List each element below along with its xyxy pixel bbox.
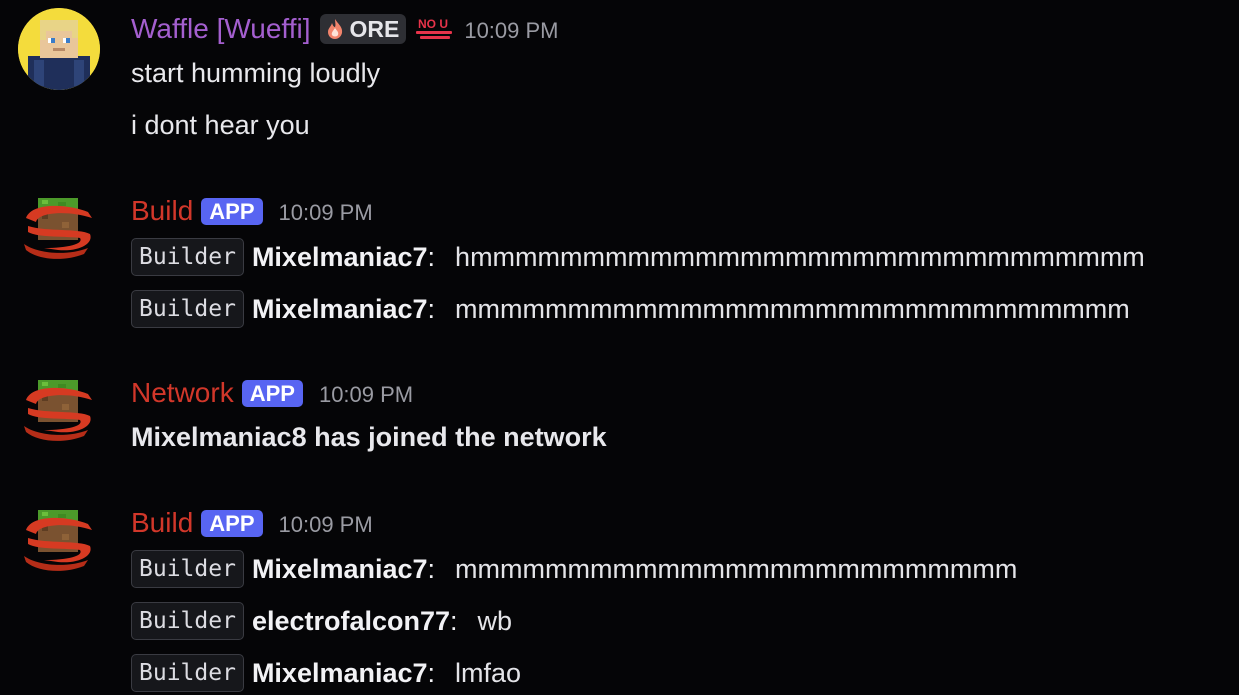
builder-rank-tag: Builder — [131, 654, 244, 692]
timestamp: 10:09 PM — [464, 18, 559, 43]
builder-rank-tag: Builder — [131, 550, 244, 588]
builder-rank-tag: Builder — [131, 290, 244, 328]
chat-text: hmmmmmmmmmmmmmmmmmmmmmmmmmmmmmm — [455, 242, 1145, 272]
message-header: Build APP 10:09 PM — [131, 194, 373, 228]
app-badge: APP — [201, 197, 263, 225]
avatar[interactable] — [18, 504, 100, 586]
message-header: Waffle [Wueffi] ORE NO U 10:09 PM — [131, 12, 559, 46]
player-name: electrofalcon77 — [251, 606, 451, 636]
role-tag[interactable]: ORE — [320, 14, 407, 44]
app-badge: APP — [241, 379, 303, 407]
chat-relay-line: Builder Mixelmaniac7 : mmmmmmmmmmmmmmmmm… — [131, 550, 1017, 588]
app-badge: APP — [201, 509, 263, 537]
timestamp: 10:09 PM — [318, 382, 414, 407]
chat-relay-line: Builder Mixelmaniac7 : mmmmmmmmmmmmmmmmm… — [131, 290, 1130, 328]
server-grass-block-icon — [24, 380, 92, 441]
nou-emoji-icon: NO U — [416, 17, 453, 39]
message-text: i dont hear you — [131, 110, 310, 140]
timestamp: 10:09 PM — [278, 200, 373, 225]
server-grass-block-icon — [24, 510, 92, 571]
chat-text: wb — [477, 606, 513, 636]
avatar[interactable] — [18, 374, 100, 456]
chat-text: mmmmmmmmmmmmmmmmmmmmmmmmm — [455, 554, 1018, 584]
separator: : — [450, 606, 458, 636]
avatar[interactable] — [18, 192, 100, 274]
player-name: Mixelmaniac7 — [251, 242, 428, 272]
builder-rank-tag: Builder — [131, 602, 244, 640]
flame-icon — [328, 19, 343, 39]
message-header: Network APP 10:09 PM — [131, 376, 413, 410]
player-name: Mixelmaniac7 — [251, 554, 428, 584]
player-name: Mixelmaniac7 — [251, 294, 428, 324]
author-name[interactable]: Waffle [Wueffi] — [131, 12, 310, 46]
separator: : — [427, 658, 436, 688]
message-text: start humming loudly — [131, 58, 381, 88]
avatar[interactable] — [18, 8, 100, 90]
chat-relay-line: Builder Mixelmaniac7 : lmfao — [131, 654, 521, 692]
chat-text: lmfao — [455, 658, 522, 688]
builder-rank-tag: Builder — [131, 238, 244, 276]
role-tag-label: ORE — [349, 15, 400, 42]
join-notice-text: Mixelmaniac8 has joined the network — [131, 422, 607, 452]
message-header: Build APP 10:09 PM — [131, 506, 373, 540]
author-name[interactable]: Build — [131, 506, 193, 540]
timestamp: 10:09 PM — [278, 512, 373, 537]
chat-relay-line: Builder electrofalcon77 : wb — [131, 602, 512, 640]
separator: : — [427, 242, 436, 272]
chat-relay-line: Builder Mixelmaniac7 : hmmmmmmmmmmmmmmmm… — [131, 238, 1145, 276]
author-name[interactable]: Network — [131, 376, 234, 410]
separator: : — [427, 554, 436, 584]
server-grass-block-icon — [24, 198, 92, 259]
chat-log: Waffle [Wueffi] ORE NO U 10:09 PM start … — [0, 0, 1239, 695]
player-name: Mixelmaniac7 — [251, 658, 428, 688]
separator: : — [427, 294, 436, 324]
author-name[interactable]: Build — [131, 194, 193, 228]
svg-text:NO U: NO U — [418, 17, 448, 31]
minecraft-skin-avatar-icon — [18, 8, 100, 90]
chat-text: mmmmmmmmmmmmmmmmmmmmmmmmmmmmmm — [455, 294, 1130, 324]
